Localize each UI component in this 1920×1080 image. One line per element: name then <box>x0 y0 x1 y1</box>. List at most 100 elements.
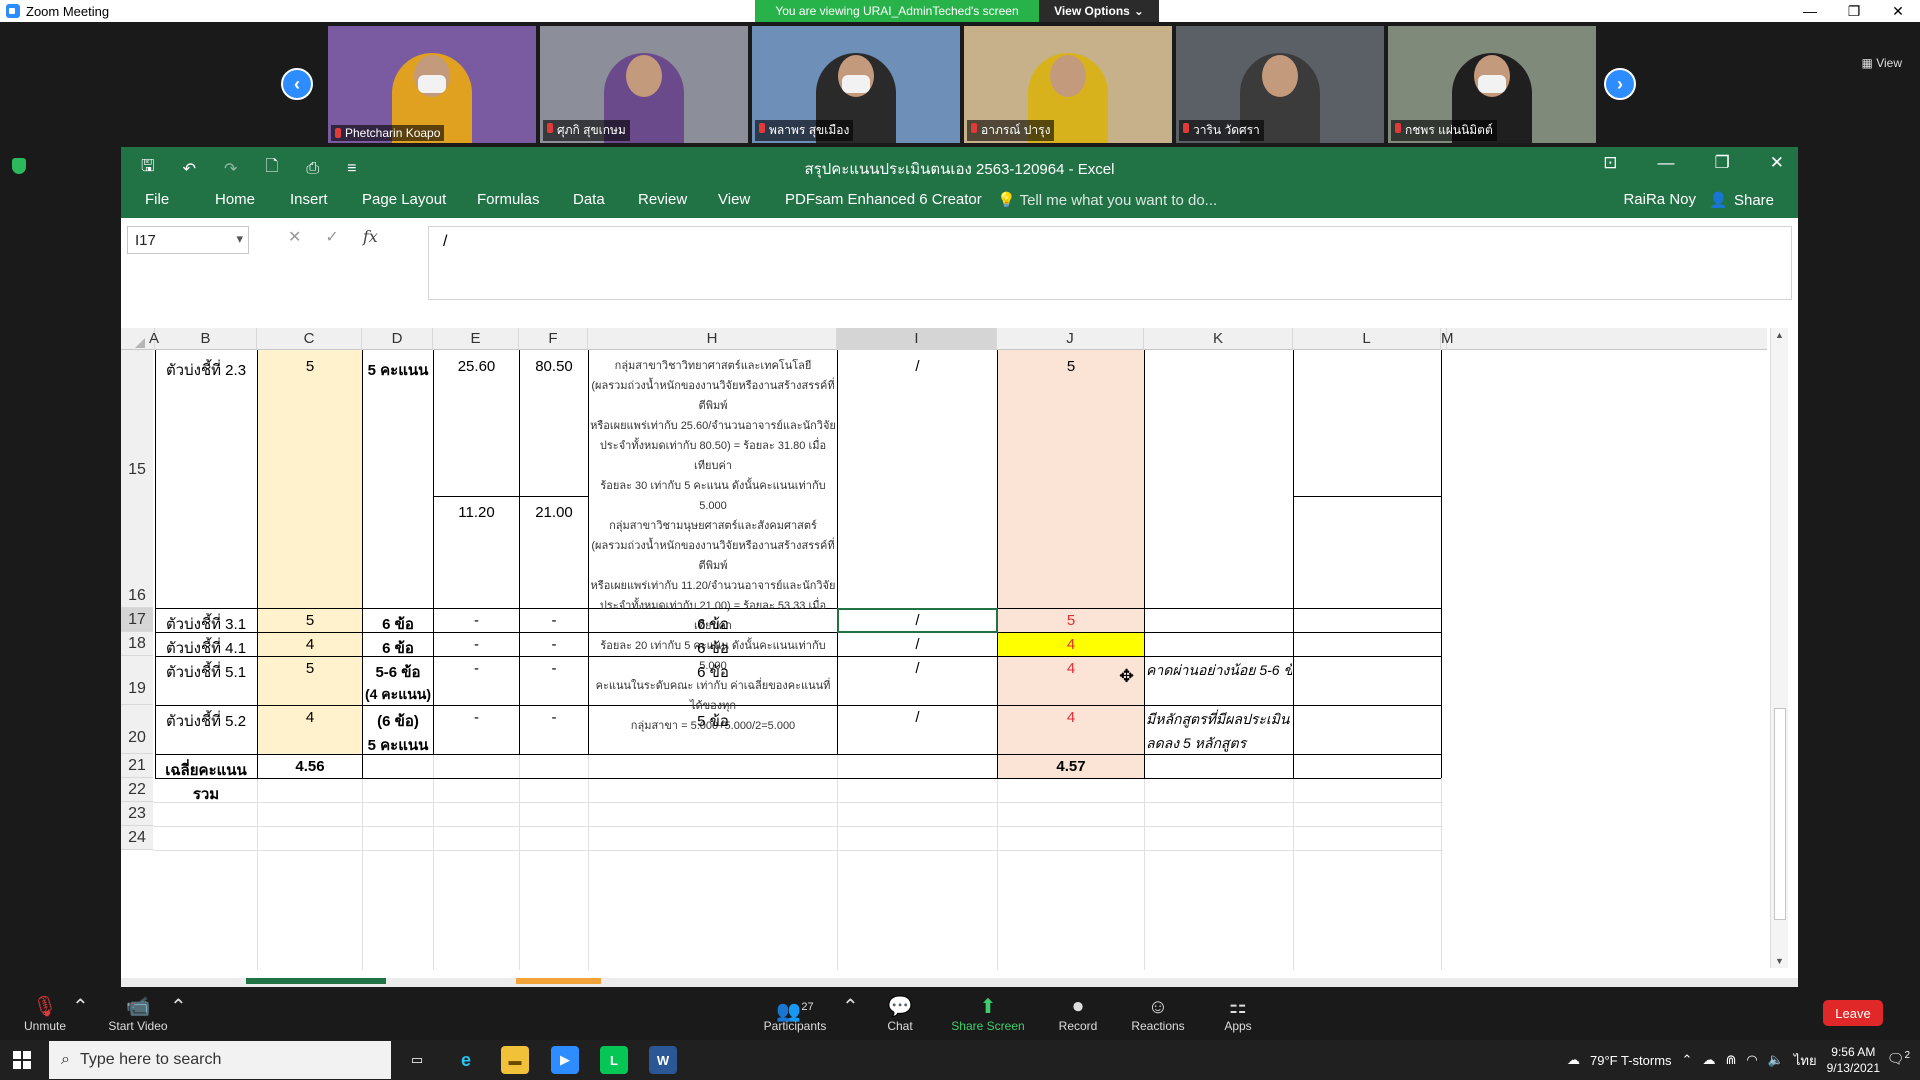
video-options-caret[interactable]: ⌃ <box>170 995 187 1019</box>
cell-d19-line1[interactable]: 5-6 ข้อ <box>363 660 433 684</box>
gallery-next-button[interactable]: › <box>1604 68 1636 100</box>
col-header-l[interactable]: L <box>1293 328 1441 350</box>
col-header-k[interactable]: K <box>1144 328 1293 350</box>
cell-e20[interactable]: - <box>434 709 519 726</box>
reactions-button[interactable]: ☺ Reactions <box>1130 995 1186 1033</box>
col-header-h[interactable]: H <box>588 328 837 350</box>
notifications-icon[interactable]: 🗨2 <box>1887 1050 1910 1068</box>
cell-b17[interactable]: ตัวบ่งชี้ที่ 3.1 <box>157 612 255 636</box>
edge-browser-icon[interactable]: e <box>452 1046 480 1074</box>
cell-i17[interactable]: / <box>838 612 997 629</box>
col-header-f[interactable]: F <box>519 328 588 350</box>
cell-e18[interactable]: - <box>434 636 519 653</box>
tab-pdfsam[interactable]: PDFsam Enhanced 6 Creator <box>785 191 982 208</box>
spreadsheet-grid[interactable]: A B C D E F H I J K L M 15 16 17 18 19 2… <box>121 328 1798 988</box>
cell-e16[interactable]: 11.20 <box>434 504 519 521</box>
cell-d17[interactable]: 6 ข้อ <box>363 612 433 636</box>
user-name[interactable]: RaiRa Noy <box>1623 191 1696 208</box>
start-video-button[interactable]: 📹 Start Video <box>106 995 170 1033</box>
minimize-icon[interactable]: — <box>1658 153 1675 173</box>
row-header-23[interactable]: 23 <box>121 802 153 826</box>
participants-button[interactable]: 👥27 Participants <box>758 995 832 1033</box>
col-header-c[interactable]: C <box>257 328 362 350</box>
cell-k20-line2[interactable]: ลดลง 5 หลักสูตร <box>1146 733 1292 755</box>
cell-c15[interactable]: 5 <box>258 358 362 375</box>
apps-button[interactable]: ⚏ Apps <box>1222 995 1254 1033</box>
tab-view[interactable]: View <box>718 191 750 208</box>
gallery-view-button[interactable]: ▦ View <box>1862 56 1902 70</box>
cell-b18[interactable]: ตัวบ่งชี้ที่ 4.1 <box>157 636 255 660</box>
cell-i18[interactable]: / <box>838 636 997 653</box>
cell-e15[interactable]: 25.60 <box>434 358 519 375</box>
windows-start-icon[interactable] <box>13 1051 31 1069</box>
scroll-up-icon[interactable]: ▲ <box>1775 330 1784 340</box>
col-header-e[interactable]: E <box>433 328 519 350</box>
vertical-scrollbar[interactable]: ▲ ▼ <box>1770 328 1788 968</box>
minimize-icon[interactable]: — <box>1788 0 1832 22</box>
clock[interactable]: 9:56 AM 9/13/2021 <box>1827 1044 1880 1076</box>
cell-h19[interactable]: 6 ข้อ <box>589 660 837 684</box>
cell-k20-line1[interactable]: มีหลักสูตรที่มีผลประเมิน <box>1146 709 1292 731</box>
word-app-icon[interactable]: W <box>649 1046 677 1074</box>
row-header-21[interactable]: 21 <box>121 754 153 778</box>
restore-icon[interactable]: ❐ <box>1715 153 1730 173</box>
cell-b19[interactable]: ตัวบ่งชี้ที่ 5.1 <box>157 660 255 684</box>
row-header-20[interactable]: 20 <box>121 705 153 754</box>
tab-review[interactable]: Review <box>638 191 687 208</box>
formula-input[interactable]: / <box>428 226 1792 300</box>
cell-k19[interactable]: คาดผ่านอย่างน้อย 5-6 ข้อ <box>1146 660 1292 682</box>
cell-d20-line2[interactable]: 5 คะแนน <box>363 733 433 757</box>
cell-c18[interactable]: 4 <box>258 636 362 653</box>
cell-i15[interactable]: / <box>838 358 997 375</box>
ribbon-display-icon[interactable]: ⊡ <box>1603 153 1617 173</box>
col-header-b[interactable]: B <box>155 328 257 350</box>
row-header-16-label[interactable]: 16 <box>121 568 153 608</box>
cell-j15[interactable]: 5 <box>998 358 1144 375</box>
cell-b15[interactable]: ตัวบ่งชี้ที่ 2.3 <box>157 358 255 382</box>
cell-b20[interactable]: ตัวบ่งชี้ที่ 5.2 <box>157 709 255 733</box>
col-header-m[interactable]: M <box>1441 328 1454 350</box>
taskbar-search[interactable]: ⌕ Type here to search <box>49 1041 391 1079</box>
line-app-icon[interactable]: L <box>600 1046 628 1074</box>
tray-expand-icon[interactable]: ⌃ <box>1682 1052 1693 1068</box>
insert-function-icon[interactable]: fx <box>363 227 378 247</box>
cell-c20[interactable]: 4 <box>258 709 362 726</box>
sheet-tab[interactable] <box>516 978 601 984</box>
cell-i20[interactable]: / <box>838 709 997 726</box>
col-header-i[interactable]: I <box>837 328 997 350</box>
participants-options-caret[interactable]: ⌃ <box>842 995 859 1019</box>
onedrive-icon[interactable]: ☁ <box>1702 1052 1715 1068</box>
cancel-icon[interactable]: ✕ <box>288 227 301 247</box>
cell-j20[interactable]: 4 <box>998 709 1144 726</box>
task-view-icon[interactable]: ▭ <box>403 1046 431 1074</box>
row-header-22[interactable]: 22 <box>121 778 153 802</box>
cell-h18[interactable]: 6 ข้อ <box>589 636 837 660</box>
tab-page-layout[interactable]: Page Layout <box>362 191 446 208</box>
cell-j18[interactable]: 4 <box>998 636 1144 653</box>
audio-options-caret[interactable]: ⌃ <box>72 995 89 1019</box>
cell-d19-line2[interactable]: (4 คะแนน) <box>363 684 433 706</box>
share-screen-button[interactable]: ⬆ Share Screen <box>950 995 1026 1033</box>
wifi-icon[interactable]: ◠ <box>1746 1052 1757 1068</box>
share-button[interactable]: 👤 Share <box>1701 188 1782 212</box>
col-header-j[interactable]: J <box>997 328 1144 350</box>
cell-j17[interactable]: 5 <box>998 612 1144 629</box>
cell-f18[interactable]: - <box>520 636 588 653</box>
weather-text[interactable]: 79°F T-storms <box>1590 1053 1672 1068</box>
cell-c17[interactable]: 5 <box>258 612 362 629</box>
cell-h17[interactable]: 6 ข้อ <box>589 612 837 636</box>
cell-e19[interactable]: - <box>434 660 519 677</box>
gallery-prev-button[interactable]: ‹ <box>281 68 313 100</box>
encryption-shield-icon[interactable] <box>12 158 26 174</box>
row-header-19[interactable]: 19 <box>121 656 153 705</box>
volume-icon[interactable]: 🔈 <box>1768 1052 1784 1068</box>
language-indicator[interactable]: ไทย <box>1794 1050 1817 1071</box>
close-icon[interactable]: ✕ <box>1770 153 1784 173</box>
participant-tile[interactable]: Phetcharin Koapo <box>328 26 536 143</box>
tab-home[interactable]: Home <box>215 191 255 208</box>
cell-b21[interactable]: เฉลี่ยคะแนนรวม <box>157 758 255 806</box>
file-explorer-icon[interactable]: ▬ <box>501 1046 529 1074</box>
weather-icon[interactable]: ☁ <box>1567 1052 1580 1068</box>
cell-f19[interactable]: - <box>520 660 588 677</box>
cell-f17[interactable]: - <box>520 612 588 629</box>
